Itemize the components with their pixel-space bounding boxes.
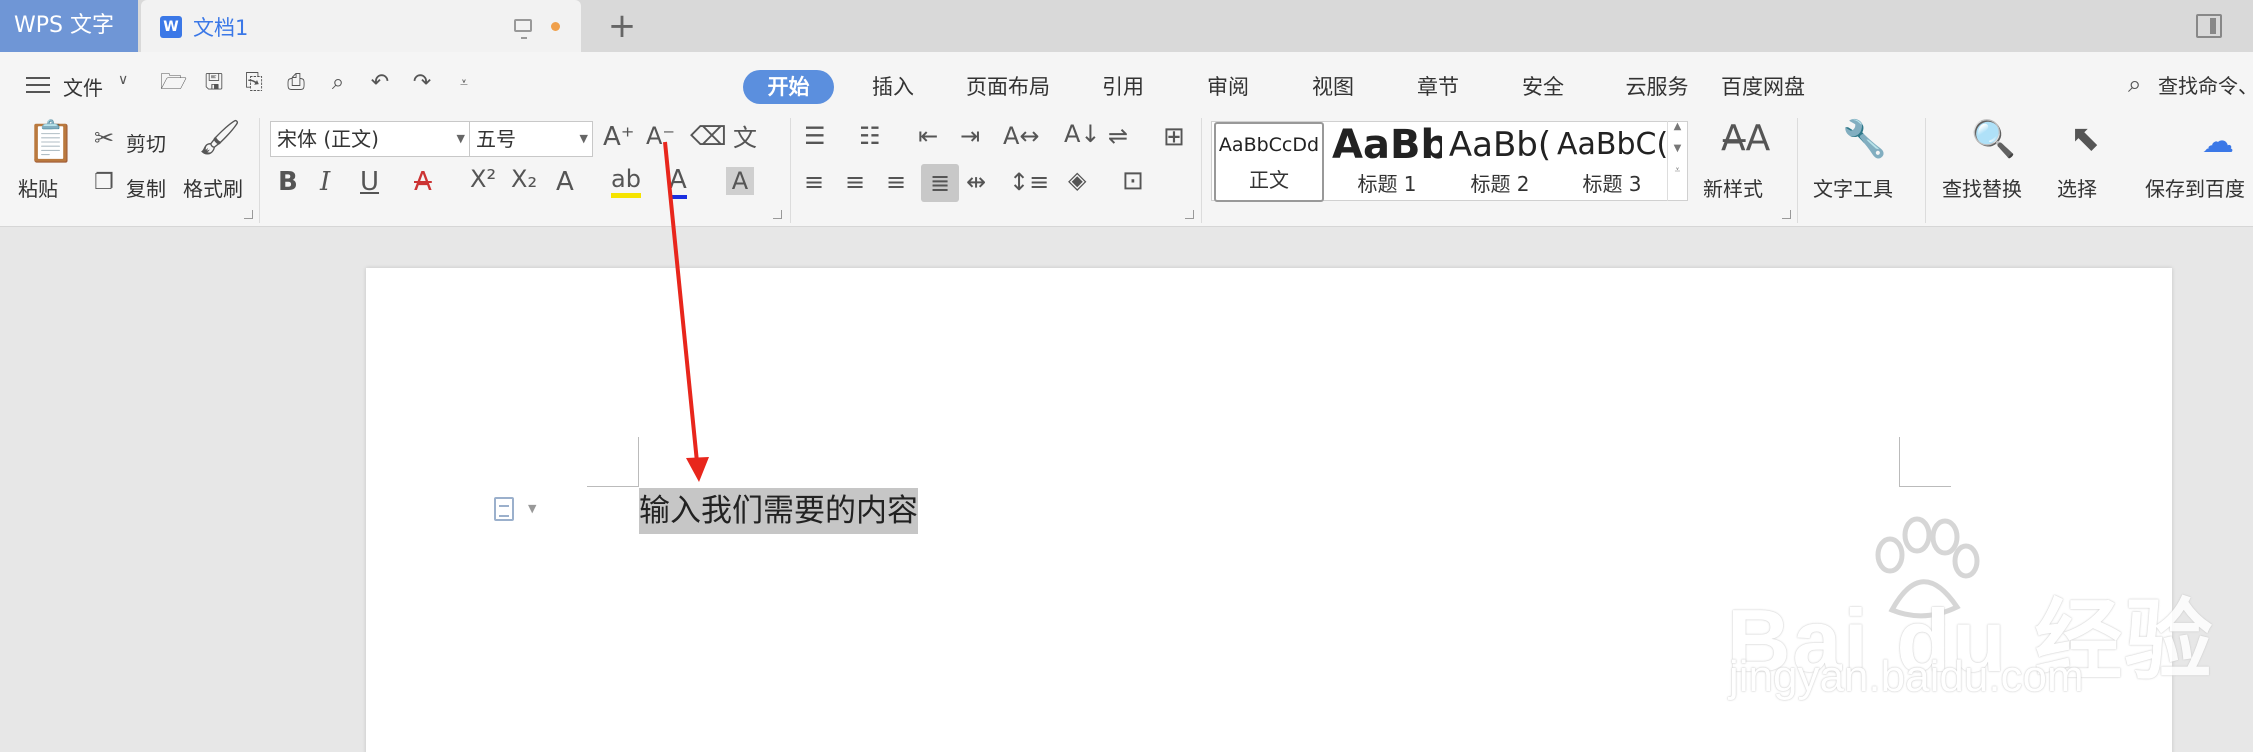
annotation-arrow [663,141,709,482]
wps-window: WPS 文字 W 文档1 + 文件 ∨ 🗁 🖫 ⎘ ⎙ ⌕ ↶ ↷ ⩡ 开始 插… [0,0,2253,752]
